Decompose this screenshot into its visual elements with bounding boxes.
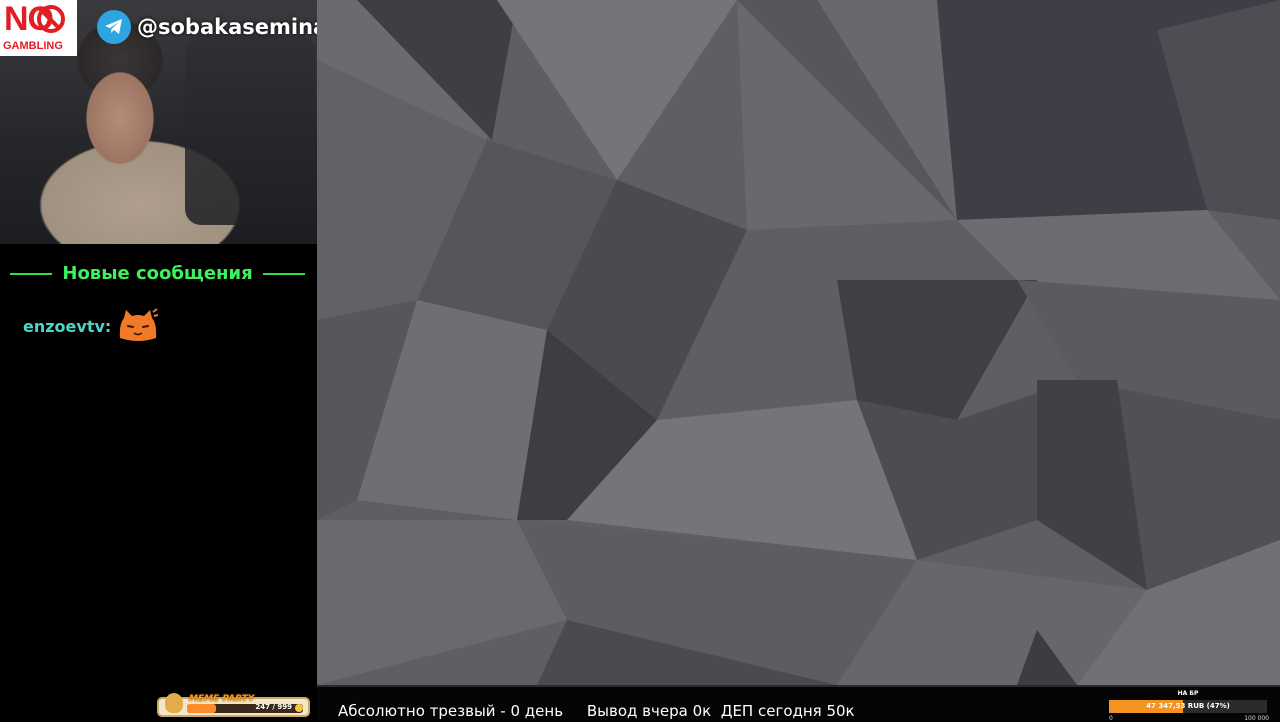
donation-goal-max: 100 000 — [1244, 715, 1269, 722]
telegram-handle: @sobakasemina — [97, 10, 327, 44]
chat-header: Новые сообщения — [10, 263, 306, 284]
polygon-background — [317, 0, 1280, 685]
status-text: Абсолютно трезвый - 0 день Вывод вчера 0… — [338, 702, 855, 720]
prohibited-icon — [37, 5, 65, 33]
telegram-icon — [97, 10, 131, 44]
donation-goal: НА БР 47 347,53 RUB (47%) 0 100 000 — [1107, 689, 1269, 722]
donation-goal-min: 0 — [1109, 715, 1113, 722]
no-gambling-logo-word: GAMBLING — [3, 40, 63, 52]
chat-header-title: Новые сообщения — [62, 263, 253, 284]
donation-goal-label: НА БР — [1177, 690, 1199, 697]
meme-party-widget: MEME PARTY 247 / 999 — [157, 693, 310, 717]
chat-header-line-right — [262, 272, 306, 275]
meme-party-progress-fill — [187, 704, 216, 713]
chat-header-line-left — [10, 272, 53, 275]
webcam-chair — [185, 35, 315, 225]
cat-emote-icon — [120, 308, 159, 341]
meme-party-label: MEME PARTY — [189, 694, 255, 704]
game-background — [317, 0, 1280, 685]
doge-icon — [165, 693, 183, 713]
left-panel: NO GAMBLING @sobakasemina Новые сообщени… — [0, 0, 327, 720]
chat-message: enzoevtv: — [23, 308, 159, 344]
telegram-handle-text: @sobakasemina — [137, 15, 328, 39]
status-bar: Абсолютно трезвый - 0 день Вывод вчера 0… — [317, 685, 1280, 722]
meme-party-count: 247 / 999 — [255, 703, 292, 711]
donation-goal-amount: 47 347,53 RUB (47%) — [1146, 702, 1230, 710]
coin-icon — [295, 704, 303, 712]
donation-goal-track: 47 347,53 RUB (47%) — [1109, 700, 1267, 713]
no-gambling-logo: NO GAMBLING — [0, 0, 77, 56]
chat-username: enzoevtv: — [23, 316, 112, 336]
